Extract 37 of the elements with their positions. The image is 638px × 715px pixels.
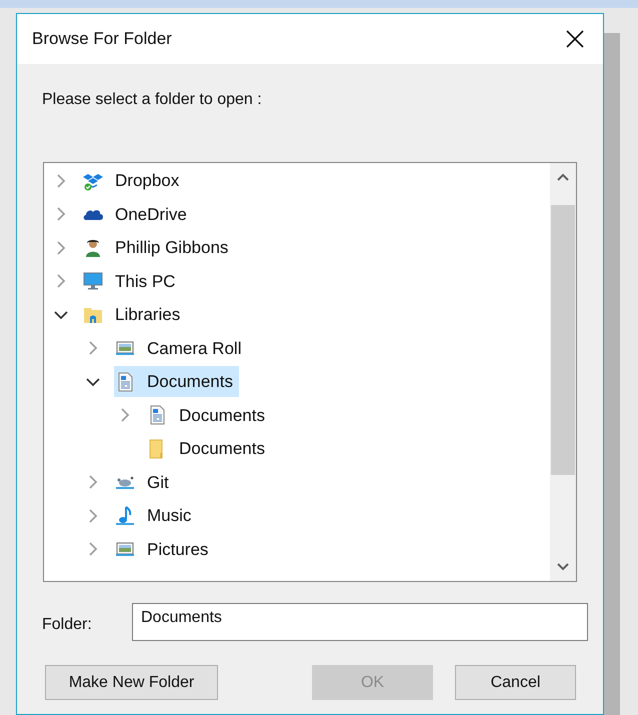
tree-item[interactable]: Libraries: [82, 299, 186, 330]
music-note-icon: [115, 506, 135, 526]
tree-item[interactable]: Git: [114, 466, 175, 498]
folder-label: Folder:: [42, 615, 93, 635]
scroll-down-icon[interactable]: [557, 563, 569, 571]
tree-item[interactable]: Documents: [114, 366, 239, 398]
tree-item[interactable]: Music: [114, 500, 198, 532]
dialog-button[interactable]: Make New Folder: [45, 665, 218, 700]
collapse-chevron-icon[interactable]: [54, 310, 68, 320]
scrollbar[interactable]: [550, 163, 576, 581]
expand-chevron-icon[interactable]: [88, 475, 98, 490]
expand-chevron-icon[interactable]: [56, 274, 66, 288]
tree-item[interactable]: OneDrive: [82, 198, 193, 230]
monitor-icon: [83, 271, 103, 292]
folder-input[interactable]: Documents: [132, 603, 588, 641]
prompt-text: Please select a folder to open :: [42, 91, 262, 108]
close-icon: [565, 29, 585, 49]
collapse-chevron-icon[interactable]: [86, 376, 100, 387]
expand-chevron-icon[interactable]: [88, 542, 98, 556]
tree-item[interactable]: Dropbox: [82, 165, 186, 196]
tree-item[interactable]: Documents: [146, 433, 271, 464]
expand-chevron-icon[interactable]: [56, 207, 66, 222]
tree-item[interactable]: Camera Roll: [114, 332, 248, 364]
tree-item[interactable]: This PC: [82, 266, 182, 297]
window-title: Browse For Folder: [32, 28, 172, 50]
tree-item[interactable]: Documents: [146, 400, 271, 431]
expand-chevron-icon[interactable]: [56, 240, 66, 255]
expand-chevron-icon[interactable]: [88, 341, 98, 356]
tree-item[interactable]: Pictures: [114, 534, 214, 565]
scroll-up-icon[interactable]: [557, 173, 569, 181]
expand-chevron-icon[interactable]: [88, 508, 98, 523]
dialog-button[interactable]: Cancel: [455, 665, 576, 700]
tree-item[interactable]: Phillip Gibbons: [82, 232, 234, 264]
expand-chevron-icon[interactable]: [56, 174, 66, 188]
expand-chevron-icon[interactable]: [120, 408, 130, 422]
scrollbar-thumb[interactable]: [551, 205, 575, 475]
user-icon: [83, 238, 103, 258]
